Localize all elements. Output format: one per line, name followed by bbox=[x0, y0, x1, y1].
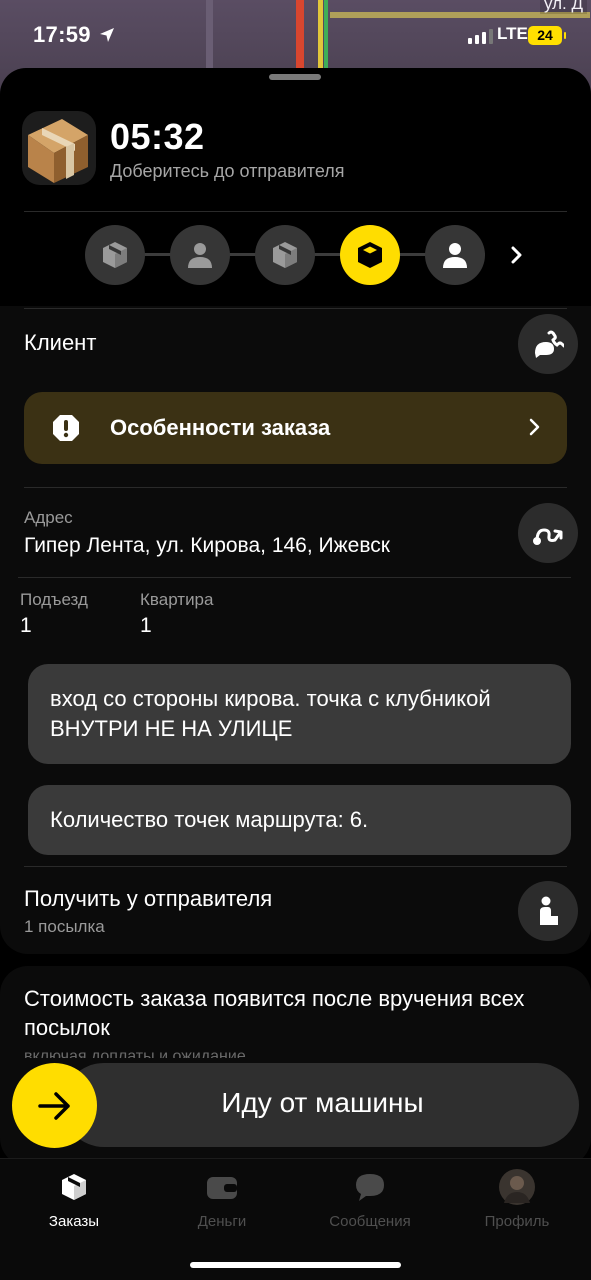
step-person-icon[interactable] bbox=[425, 225, 485, 285]
route-icon bbox=[533, 528, 563, 545]
divider bbox=[24, 487, 567, 488]
tab-orders[interactable]: Заказы bbox=[0, 1169, 148, 1230]
walking-from-car-button[interactable]: Иду от машины bbox=[62, 1063, 579, 1147]
order-details-panel: Клиент Особенности заказа Адрес Гипер Ле… bbox=[0, 306, 591, 954]
comment-bubble: вход со стороны кирова. точка с клубнико… bbox=[28, 664, 571, 764]
address-label: Адрес bbox=[24, 508, 73, 527]
tab-money-label: Деньги bbox=[197, 1213, 247, 1230]
status-bar: 17:59 LTE 24 bbox=[0, 0, 591, 68]
home-indicator[interactable] bbox=[190, 1262, 401, 1268]
order-features-button[interactable]: Особенности заказа bbox=[24, 392, 567, 464]
pickup-action-button[interactable] bbox=[518, 881, 578, 941]
step-package-icon[interactable] bbox=[255, 225, 315, 285]
tab-money[interactable]: Деньги bbox=[148, 1169, 296, 1230]
pickup-title: Получить у отправителя bbox=[24, 886, 273, 911]
sheet-grabber[interactable] bbox=[269, 74, 321, 80]
order-features-label: Особенности заказа bbox=[110, 415, 331, 440]
step-package-icon[interactable] bbox=[85, 225, 145, 285]
entrance-value: 1 bbox=[20, 614, 32, 637]
wallet-icon bbox=[207, 1177, 237, 1199]
walking-from-car-label: Иду от машины bbox=[221, 1087, 424, 1118]
location-arrow-icon bbox=[100, 28, 114, 42]
network-type: LTE bbox=[497, 24, 528, 43]
address-value: Гипер Лента, ул. Кирова, 146, Ижевск bbox=[24, 534, 390, 557]
signal-icon bbox=[468, 29, 493, 44]
apartment-label: Квартира bbox=[140, 590, 214, 609]
price-info-text: Стоимость заказа появится после вручения… bbox=[24, 986, 525, 1040]
tab-messages-label: Сообщения bbox=[329, 1213, 411, 1230]
route-navigation-button[interactable] bbox=[518, 503, 578, 563]
order-header-card: 05:32 Доберитесь до отправителя bbox=[0, 68, 591, 298]
comment-text: Количество точек маршрута: 6. bbox=[50, 807, 369, 832]
chevron-right-icon bbox=[529, 418, 540, 436]
client-label: Клиент bbox=[24, 330, 97, 355]
call-client-button[interactable] bbox=[518, 314, 578, 374]
divider bbox=[24, 308, 567, 309]
tab-orders-label: Заказы bbox=[48, 1213, 100, 1230]
arrow-right-icon bbox=[37, 1091, 70, 1120]
order-instruction: Доберитесь до отправителя bbox=[110, 161, 345, 181]
package-image bbox=[22, 111, 96, 185]
phone-chat-icon bbox=[535, 330, 564, 358]
divider bbox=[18, 577, 571, 578]
step-person-icon[interactable] bbox=[170, 225, 230, 285]
step-package-icon-active[interactable] bbox=[340, 225, 400, 285]
pickup-subtitle: 1 посылка bbox=[24, 917, 105, 936]
entrance-label: Подъезд bbox=[20, 590, 88, 609]
comment-text: вход со стороны кирова. точка с клубнико… bbox=[50, 686, 491, 741]
battery-icon: 24 bbox=[528, 26, 566, 45]
orders-icon bbox=[62, 1174, 86, 1200]
route-steps bbox=[85, 222, 545, 286]
divider bbox=[24, 866, 567, 867]
status-time: 17:59 bbox=[33, 22, 91, 47]
steps-next-chevron-icon[interactable] bbox=[497, 225, 537, 285]
order-timer: 05:32 bbox=[110, 116, 205, 157]
tab-messages[interactable]: Сообщения bbox=[296, 1169, 444, 1230]
tab-profile[interactable]: Профиль bbox=[443, 1169, 591, 1230]
comment-bubble: Количество точек маршрута: 6. bbox=[28, 785, 571, 855]
divider bbox=[24, 211, 567, 212]
warning-octagon-icon bbox=[53, 415, 79, 441]
price-info-subtext: включая доплаты и ожидание bbox=[24, 1048, 246, 1058]
tab-profile-label: Профиль bbox=[484, 1213, 550, 1230]
apartment-value: 1 bbox=[140, 614, 152, 637]
chat-icon bbox=[356, 1174, 384, 1201]
arrow-right-button[interactable] bbox=[12, 1063, 97, 1148]
avatar-icon bbox=[499, 1169, 535, 1205]
courier-pickup-icon bbox=[540, 896, 561, 925]
